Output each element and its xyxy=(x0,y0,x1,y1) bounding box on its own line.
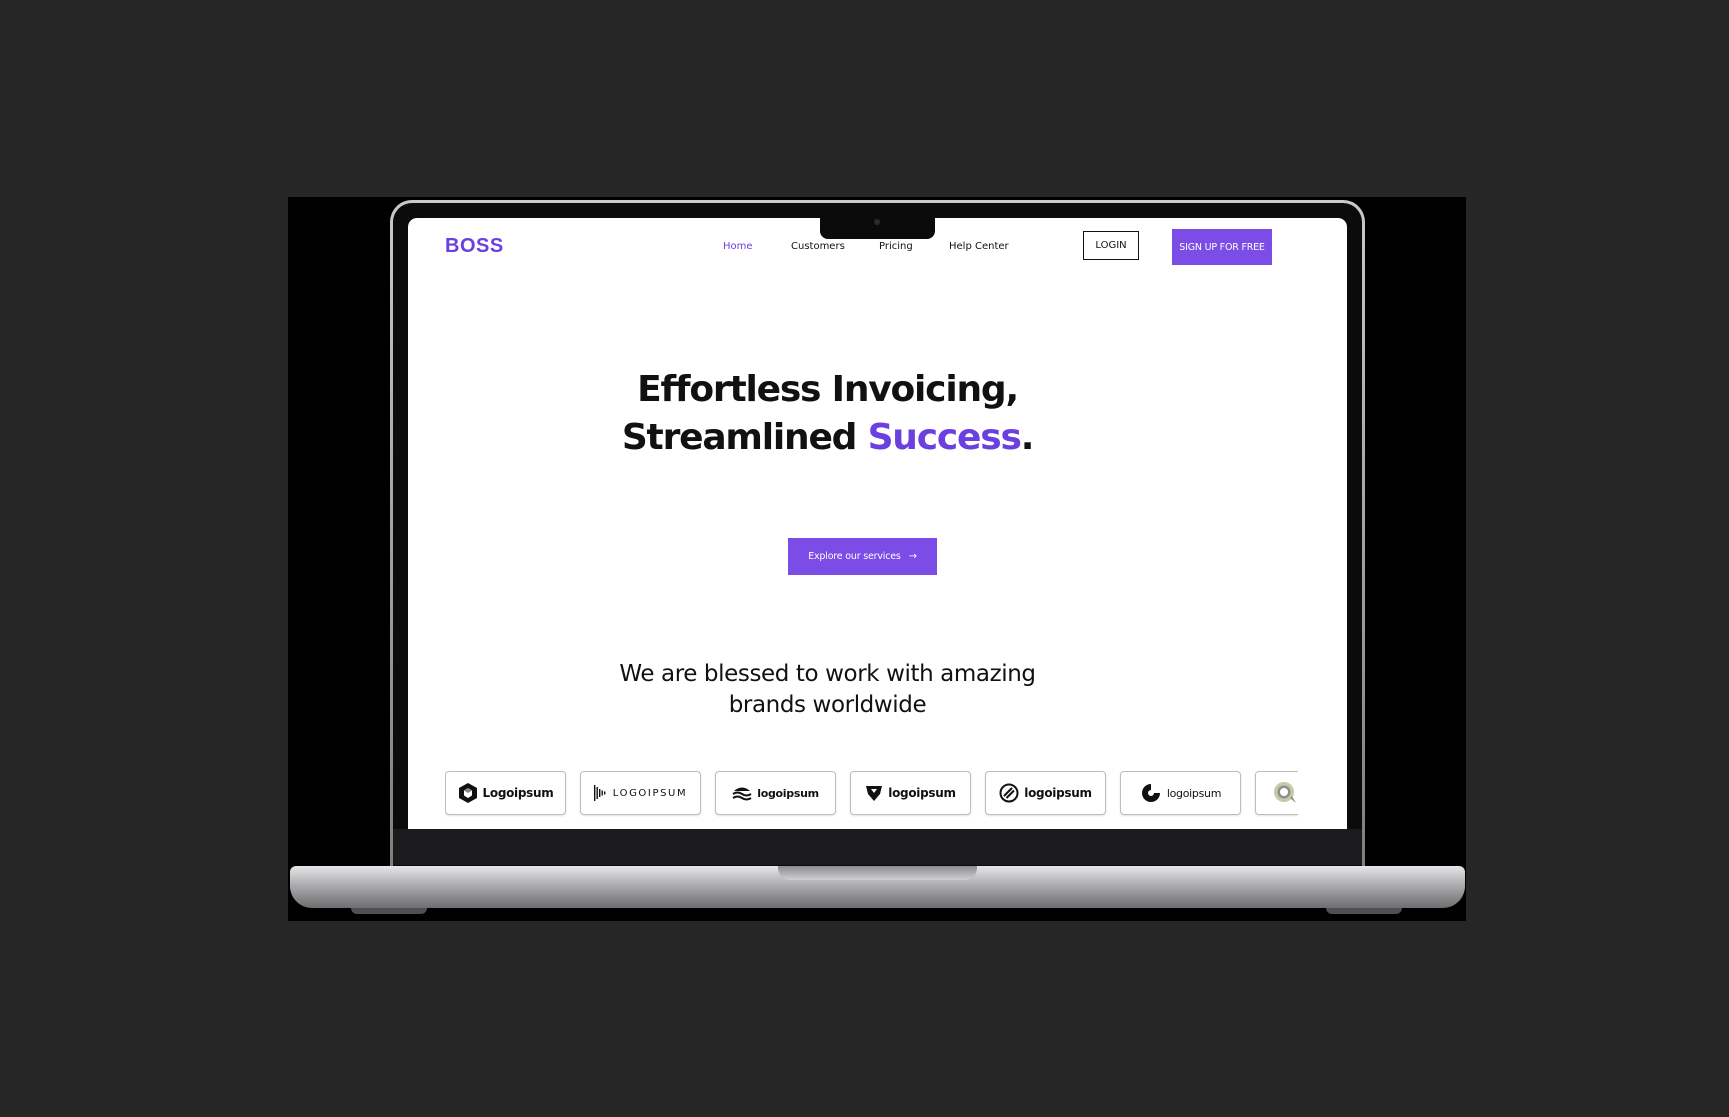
laptop-lid-opening xyxy=(778,866,977,880)
laptop-foot-left xyxy=(351,908,427,914)
shield-logo-icon xyxy=(866,786,883,801)
brand-logo-text: logoipsum xyxy=(757,786,819,800)
login-button[interactable]: LOGIN xyxy=(1083,231,1139,260)
brand-logo-card: Logoipsum xyxy=(445,771,566,815)
brands-heading-line2: brands worldwide xyxy=(728,692,927,718)
ring-logo-icon xyxy=(1141,784,1160,802)
bars-logo-icon xyxy=(593,785,606,801)
nav-help-center[interactable]: Help Center xyxy=(949,241,1009,252)
nav-pricing[interactable]: Pricing xyxy=(879,241,913,252)
brand-logo-card xyxy=(1255,771,1298,815)
website-screen: BOSS Home Customers Pricing Help Center … xyxy=(408,218,1347,829)
camera-icon xyxy=(874,219,880,225)
brand-logo-card: logoipsum xyxy=(1120,771,1241,815)
hero-headline-accent: Success xyxy=(867,417,1022,458)
brand-logo-strip: Logoipsum LOGOIPSUM logoipsum logoipsum … xyxy=(445,771,1298,817)
signup-button[interactable]: SIGN UP FOR FREE xyxy=(1172,229,1272,265)
brand-logo-card: LOGOIPSUM xyxy=(580,771,701,815)
hero-headline-line1: Effortless Invoicing, xyxy=(637,369,1019,410)
brand-logo[interactable]: BOSS xyxy=(445,235,504,258)
chat-bubble-logo-icon xyxy=(1274,782,1296,803)
hexagon-logo-icon xyxy=(458,783,477,803)
arrow-right-icon: → xyxy=(908,551,917,562)
brand-logo-card: logoipsum xyxy=(715,771,836,815)
brand-logo-card: logoipsum xyxy=(985,771,1106,815)
nav-customers[interactable]: Customers xyxy=(791,241,845,252)
hero-headline-line2: Streamlined Success. xyxy=(408,414,1247,462)
brand-logo-text: LOGOIPSUM xyxy=(612,787,688,799)
laptop-foot-right xyxy=(1326,908,1402,914)
hero-headline: Effortless Invoicing, Streamlined Succes… xyxy=(408,366,1247,462)
laptop-screen-chin xyxy=(393,829,1362,865)
hero-headline-suffix: . xyxy=(1020,417,1035,458)
brand-logo-text: logoipsum xyxy=(888,786,956,800)
waves-logo-icon xyxy=(732,787,752,801)
hero-headline-prefix: Streamlined xyxy=(621,417,868,458)
brand-logo-text: logoipsum xyxy=(1166,786,1222,800)
nav-home[interactable]: Home xyxy=(723,241,753,252)
brand-logo-text: Logoipsum xyxy=(482,786,554,800)
brands-heading-line1: We are blessed to work with amazing xyxy=(619,661,1036,687)
brand-logo-card: logoipsum xyxy=(850,771,971,815)
striped-circle-logo-icon xyxy=(999,783,1019,803)
explore-services-label: Explore our services xyxy=(808,551,901,562)
explore-services-button[interactable]: Explore our services → xyxy=(788,538,937,575)
brand-logo-text: logoipsum xyxy=(1024,786,1092,800)
brands-heading: We are blessed to work with amazing bran… xyxy=(408,659,1247,721)
